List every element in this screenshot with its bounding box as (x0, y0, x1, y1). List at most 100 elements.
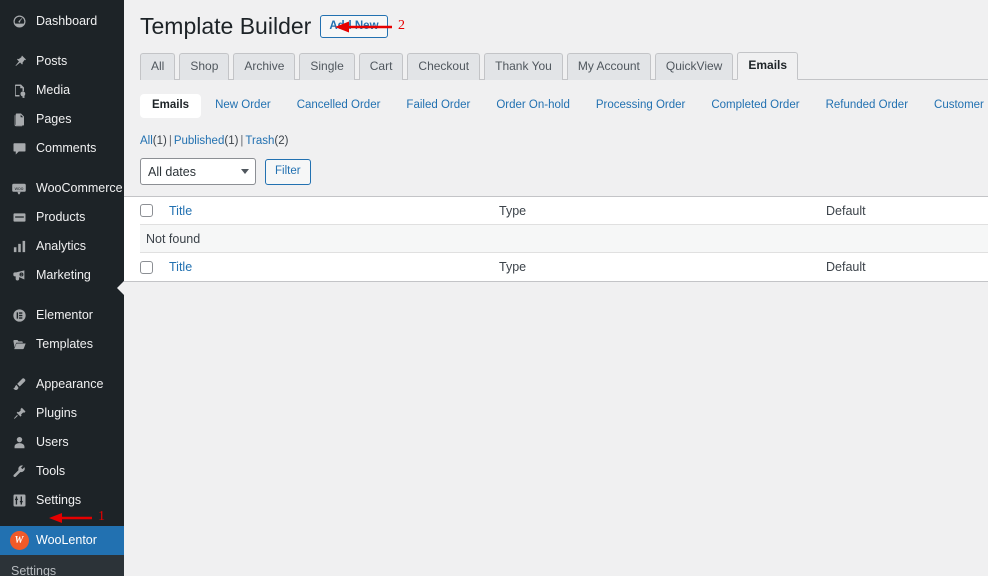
sidebar-item-posts[interactable]: Posts (0, 47, 124, 76)
menu-separator (0, 36, 124, 47)
admin-sidebar: Dashboard Posts Media Pages Comments woo WooCo… (0, 0, 124, 576)
settings-sliders-icon (9, 491, 29, 511)
svg-text:2: 2 (20, 273, 22, 277)
folder-icon (9, 335, 29, 355)
sidebar-item-label: Users (36, 436, 69, 449)
users-icon (9, 433, 29, 453)
date-filter-select[interactable]: All dates (140, 158, 256, 185)
pages-icon (9, 110, 29, 130)
tab-checkout[interactable]: Checkout (407, 53, 480, 80)
select-all-footer-checkbox[interactable] (140, 261, 153, 274)
media-icon (9, 81, 29, 101)
tab-single[interactable]: Single (299, 53, 354, 80)
status-link-all[interactable]: All (140, 135, 153, 147)
tab-emails[interactable]: Emails (737, 52, 798, 80)
main-content: Template Builder Add New AllShopArchiveS… (124, 0, 988, 576)
sidebar-item-label: Plugins (36, 407, 77, 420)
column-header-default: Default (826, 204, 866, 218)
subtab-new-order[interactable]: New Order (203, 94, 283, 118)
column-footer-title[interactable]: Title (169, 260, 499, 274)
filter-toolbar: All dates Filter (140, 158, 988, 185)
menu-separator (0, 163, 124, 174)
tab-archive[interactable]: Archive (233, 53, 295, 80)
sidebar-item-label: Comments (36, 142, 96, 155)
select-all-checkbox[interactable] (140, 204, 153, 217)
sidebar-item-label: Marketing (36, 269, 91, 282)
template-type-tabs: AllShopArchiveSingleCartCheckoutThank Yo… (140, 52, 988, 80)
table-header-row: Title Type Default (140, 197, 988, 225)
subtab-order-on-hold[interactable]: Order On-hold (484, 94, 582, 118)
status-link-published[interactable]: Published (174, 135, 225, 147)
sidebar-item-label: WooCommerce (36, 182, 123, 195)
sidebar-item-label: Appearance (36, 378, 103, 391)
sidebar-item-products[interactable]: Products (0, 203, 124, 232)
sidebar-item-pages[interactable]: Pages (0, 105, 124, 134)
paintbrush-icon (9, 375, 29, 395)
current-menu-arrow-icon (117, 280, 124, 296)
add-new-button[interactable]: Add New (320, 15, 387, 39)
date-filter-value: All dates (148, 165, 237, 179)
sidebar-item-label: Media (36, 84, 70, 97)
filter-button[interactable]: Filter (265, 159, 311, 185)
subtab-failed-order[interactable]: Failed Order (394, 94, 482, 118)
subtab-emails[interactable]: Emails (140, 94, 201, 118)
sidebar-item-label: Tools (36, 465, 65, 478)
sidebar-item-appearance[interactable]: Appearance (0, 370, 124, 399)
sidebar-item-label: Posts (36, 55, 67, 68)
tab-my-account[interactable]: My Account (567, 53, 651, 80)
comments-icon (9, 139, 29, 159)
sidebar-item-woolentor[interactable]: W WooLentor (0, 526, 124, 555)
woolentor-logo-icon: W (9, 531, 29, 551)
sidebar-item-label: Templates (36, 338, 93, 351)
sidebar-item-media[interactable]: Media (0, 76, 124, 105)
analytics-icon (9, 237, 29, 257)
sidebar-item-elementor[interactable]: Elementor (0, 301, 124, 330)
table-footer-row: Title Type Default (140, 253, 988, 281)
svg-text:woo: woo (15, 186, 24, 191)
subtab-processing-order[interactable]: Processing Order (584, 94, 697, 118)
tab-thank-you[interactable]: Thank You (484, 53, 563, 80)
table-empty-row: Not found (140, 225, 988, 253)
tab-shop[interactable]: Shop (179, 53, 229, 80)
sidebar-item-label: Products (36, 211, 85, 224)
menu-separator (0, 290, 124, 301)
sidebar-item-dashboard[interactable]: Dashboard (0, 7, 124, 36)
sidebar-item-tools[interactable]: Tools (0, 457, 124, 486)
wrench-icon (9, 462, 29, 482)
column-header-title[interactable]: Title (169, 204, 499, 218)
sidebar-item-comments[interactable]: Comments (0, 134, 124, 163)
empty-message: Not found (140, 232, 200, 246)
menu-separator (0, 359, 124, 370)
sidebar-item-label: Dashboard (36, 15, 97, 28)
sidebar-item-settings[interactable]: Settings (0, 486, 124, 515)
sidebar-item-woocommerce[interactable]: woo WooCommerce (0, 174, 124, 203)
sidebar-item-analytics[interactable]: Analytics (0, 232, 124, 261)
subtab-refunded-order[interactable]: Refunded Order (814, 94, 920, 118)
sidebar-item-label: Elementor (36, 309, 93, 322)
marketing-megaphone-icon: 2 (9, 266, 29, 286)
column-footer-type: Type (499, 260, 826, 274)
sidebar-item-users[interactable]: Users (0, 428, 124, 457)
sidebar-item-marketing[interactable]: 2 Marketing (0, 261, 124, 290)
sidebar-item-plugins[interactable]: Plugins (0, 399, 124, 428)
templates-table: Title Type Default Not found Title Type … (124, 196, 988, 282)
tab-all[interactable]: All (140, 53, 175, 80)
subtab-completed-order[interactable]: Completed Order (699, 94, 811, 118)
column-header-type: Type (499, 204, 826, 218)
sidebar-item-label: Analytics (36, 240, 86, 253)
woolentor-submenu: SettingsTemplate BuilderTemplate Library (0, 555, 124, 576)
sidebar-submenu-settings[interactable]: Settings (0, 559, 124, 576)
column-footer-default: Default (826, 260, 866, 274)
sidebar-item-label: WooLentor (36, 534, 97, 547)
status-link-trash[interactable]: Trash (245, 135, 274, 147)
tab-quickview[interactable]: QuickView (655, 53, 733, 80)
chevron-down-icon (241, 169, 249, 174)
woocommerce-icon: woo (9, 179, 29, 199)
subtab-cancelled-order[interactable]: Cancelled Order (285, 94, 393, 118)
sidebar-item-templates[interactable]: Templates (0, 330, 124, 359)
page-title: Template Builder (140, 12, 320, 42)
status-count-all: (1) (153, 135, 167, 147)
menu-separator (0, 515, 124, 526)
tab-cart[interactable]: Cart (359, 53, 404, 80)
subtab-customer-invoice[interactable]: Customer Invoice (922, 94, 988, 118)
